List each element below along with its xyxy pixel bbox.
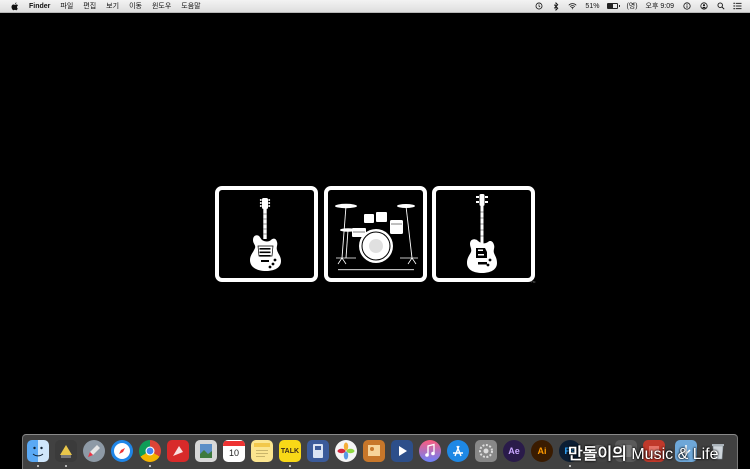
dock-save-app[interactable] <box>307 440 329 462</box>
menu-bar-left: Finder 파일 편집 보기 이동 윈도우 도움말 <box>0 1 201 11</box>
drum-kit-card <box>324 186 427 282</box>
wifi-icon[interactable] <box>568 2 577 11</box>
dock-red-app[interactable] <box>167 440 189 462</box>
menu-window[interactable]: 윈도우 <box>152 1 171 11</box>
dock-finder[interactable] <box>27 440 49 462</box>
info-icon[interactable] <box>682 2 691 11</box>
spotlight-icon[interactable] <box>716 2 725 11</box>
running-indicator-photoshop <box>569 465 571 467</box>
image-app-icon <box>368 445 380 456</box>
illustrator-icon: Ai <box>537 446 547 456</box>
menu-file[interactable]: 파일 <box>60 1 73 11</box>
dock-illustrator[interactable]: Ai <box>531 440 553 462</box>
running-indicator-finder <box>37 465 39 467</box>
utility-icon <box>60 445 72 458</box>
photos-icon <box>337 442 355 460</box>
bluetooth-icon[interactable] <box>551 1 560 11</box>
dock-calendar[interactable]: 10 <box>223 440 245 462</box>
launchpad-icon <box>88 445 100 457</box>
menu-view[interactable]: 보기 <box>106 1 119 11</box>
preview-icon <box>200 444 212 458</box>
dock-chrome[interactable] <box>139 440 161 462</box>
dock-itunes[interactable] <box>419 440 441 462</box>
save-app-icon <box>313 444 323 458</box>
dock-safari[interactable] <box>111 440 133 462</box>
bass-guitar-icon <box>466 194 497 273</box>
menu-help[interactable]: 도움말 <box>181 1 200 11</box>
running-indicator-kakaotalk <box>289 465 291 467</box>
itunes-icon <box>425 443 435 457</box>
dock-notes[interactable] <box>251 440 273 462</box>
notes-icon <box>254 443 270 457</box>
system-preferences-icon <box>479 444 493 458</box>
watermark-korean: 만돌이의 <box>568 446 627 463</box>
calendar-date: 10 <box>228 448 239 458</box>
video-app-icon <box>399 446 407 456</box>
dock-system-preferences[interactable] <box>475 440 497 462</box>
battery-level <box>608 4 614 8</box>
dock-video-app[interactable] <box>391 440 413 462</box>
dock-utility[interactable] <box>55 440 77 462</box>
dock-kakaotalk[interactable]: TALK <box>279 440 301 462</box>
input-source[interactable]: (영) <box>626 1 637 11</box>
instrument-cards <box>215 186 535 282</box>
apple-icon[interactable] <box>10 2 19 11</box>
clock[interactable]: 오후 9:09 <box>646 1 674 11</box>
menu-go[interactable]: 이동 <box>129 1 142 11</box>
trademark: TM <box>531 280 536 284</box>
time-machine-icon[interactable] <box>534 2 543 11</box>
app-name-menu[interactable]: Finder <box>29 3 50 10</box>
dock-photos[interactable] <box>335 440 357 462</box>
dock-image-app[interactable] <box>363 440 385 462</box>
menu-bar-status: 51% (영) 오후 9:09 <box>534 1 750 11</box>
user-icon[interactable] <box>699 2 708 11</box>
battery-percent: 51% <box>585 2 600 10</box>
dock-after-effects[interactable]: Ae <box>503 440 525 462</box>
notification-center-icon[interactable] <box>733 2 742 11</box>
dock-app-store[interactable] <box>447 440 469 462</box>
watermark-english: Music & Life <box>631 446 719 463</box>
app-store-icon <box>453 445 463 457</box>
finder-icon <box>32 446 44 457</box>
electric-guitar-card <box>215 186 318 282</box>
dock-preview[interactable] <box>195 440 217 462</box>
chrome-icon <box>145 446 155 456</box>
kakaotalk-icon: TALK <box>280 447 300 455</box>
safari-icon <box>114 443 130 459</box>
blog-watermark: 만돌이의 Music & Life <box>568 440 718 464</box>
running-indicator-utility <box>65 465 67 467</box>
electric-guitar-icon <box>249 198 281 271</box>
red-app-icon <box>173 446 183 456</box>
bass-guitar-card <box>432 186 535 282</box>
dock-launchpad[interactable] <box>83 440 105 462</box>
running-indicator-chrome <box>149 465 151 467</box>
menu-bar: Finder 파일 편집 보기 이동 윈도우 도움말 51% (영) 오후 9:… <box>0 0 750 13</box>
menu-edit[interactable]: 편집 <box>83 1 96 11</box>
drum-kit-icon <box>334 203 418 271</box>
after-effects-icon: Ae <box>508 446 520 456</box>
battery-icon[interactable] <box>607 3 621 9</box>
